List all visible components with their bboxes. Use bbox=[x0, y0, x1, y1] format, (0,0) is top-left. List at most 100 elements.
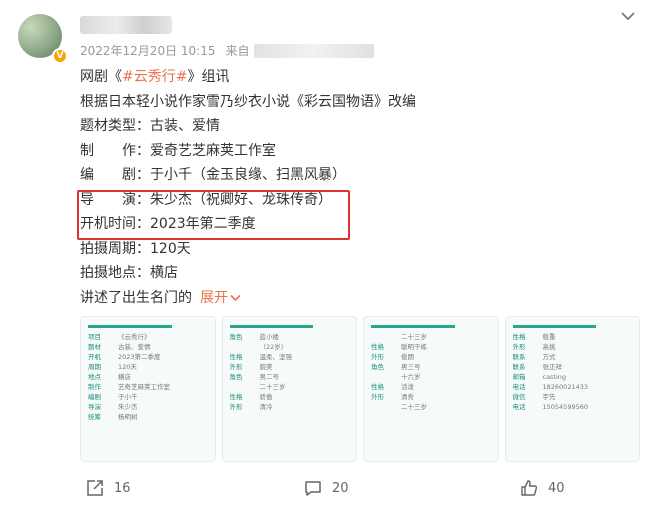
card-row: 性格 稳重 bbox=[513, 332, 633, 342]
card-row: 微信 宇先 bbox=[513, 392, 633, 402]
card-row-key: 外形 bbox=[371, 393, 384, 401]
expand-link[interactable]: 展开 bbox=[200, 290, 241, 306]
hashtag-link[interactable]: #云秀行# bbox=[122, 69, 187, 85]
card-row-value: 温柔、坚强 bbox=[259, 353, 293, 361]
card-row-value: 《云秀行》 bbox=[118, 333, 151, 341]
card-row: 项目 《云秀行》 bbox=[88, 332, 208, 342]
post-line-synopsis: 讲述了出生名门的 展开 bbox=[80, 286, 640, 311]
card-row-value: 清冷 bbox=[259, 403, 273, 411]
chevron-down-icon bbox=[230, 294, 241, 301]
post-line-genre: 题材类型：古装、爱情 bbox=[80, 118, 220, 134]
post-line-writer: 编 剧：于小千（金玉良缘、扫黑风暴） bbox=[80, 167, 346, 183]
card-row-value: 120天 bbox=[118, 363, 137, 371]
card-row-value: casting bbox=[542, 373, 567, 381]
post-line-production: 制 作：爱奇艺芝麻荚工作室 bbox=[80, 142, 276, 159]
card-row: 性格 活泼 bbox=[371, 382, 491, 392]
like-count: 40 bbox=[548, 480, 565, 496]
like-button[interactable]: 40 bbox=[520, 471, 565, 505]
card-row: 开机 2023第二季度 bbox=[88, 352, 208, 362]
card-accent-bar bbox=[371, 325, 455, 328]
avatar[interactable]: V bbox=[18, 14, 68, 64]
comment-icon bbox=[305, 481, 321, 496]
card-row-value: 张正祥 bbox=[542, 363, 563, 371]
card-row: 二十三岁 bbox=[230, 382, 350, 392]
card-row-value: 聪明干练 bbox=[401, 343, 427, 351]
card-row-value: 古装、爱情 bbox=[118, 343, 151, 351]
card-row: 外形 俊朗 bbox=[371, 352, 491, 362]
card-row: 二十三岁 bbox=[371, 332, 491, 342]
image-thumbnail-1[interactable]: 项目 《云秀行》 题材 古装、爱情 开机 2023第二季度 周期 120天 地点 横店 制作 艺奇芝麻… bbox=[80, 316, 216, 462]
card-row-key: 角色 bbox=[371, 363, 384, 371]
image-gallery: 项目 《云秀行》 题材 古装、爱情 开机 2023第二季度 周期 120天 地点 横店 制作 艺奇芝麻… bbox=[80, 316, 640, 462]
card-row-key: 电话 bbox=[512, 383, 526, 391]
action-bar: 16 20 40 bbox=[0, 471, 660, 505]
username-blurred[interactable] bbox=[80, 16, 172, 34]
card-row: 角色 男三号 bbox=[371, 362, 491, 372]
card-row: 十六岁 bbox=[371, 372, 491, 382]
card-row-key: 编剧 bbox=[88, 393, 101, 401]
post-line-adaptation: 根据日本轻小说作家雪乃纱衣小说《彩云国物语》改编 bbox=[80, 93, 416, 110]
card-row-value: 清秀 bbox=[401, 393, 414, 401]
post-line-location: 拍摄地点：横店 bbox=[80, 265, 178, 281]
card-row-key: 微信 bbox=[512, 393, 526, 401]
card-row-key: 性格 bbox=[371, 343, 384, 351]
card-row: 电话 18260021433 bbox=[513, 382, 633, 392]
card-row: 联系 张正祥 bbox=[513, 362, 633, 372]
card-row-value: 蓝小楼 bbox=[259, 333, 280, 341]
card-rows: 二十三岁 性格 聪明干练 外形 俊朗 角色 男三号 十六岁 性格 活泼 外形 清秀 二十三岁 bbox=[371, 332, 491, 412]
card-row: 邮箱 casting bbox=[513, 372, 633, 382]
card-row-value: 男二号 bbox=[259, 373, 280, 381]
card-row-value: （22岁） bbox=[259, 343, 288, 351]
card-row-key: 制作 bbox=[88, 383, 101, 391]
thumbs-up-icon bbox=[521, 480, 538, 496]
card-row: 地点 横店 bbox=[88, 372, 208, 382]
card-row-value: 俊朗 bbox=[401, 353, 414, 361]
card-row-value: 方式 bbox=[542, 353, 556, 361]
card-row-key: 联系 bbox=[512, 363, 526, 371]
card-row-value: 貌美 bbox=[259, 363, 273, 371]
card-row-key: 开机 bbox=[88, 353, 101, 361]
card-row: 电话 15054599560 bbox=[513, 402, 633, 412]
post-line-title: 网剧《#云秀行#》组讯 bbox=[80, 65, 640, 90]
card-row-key: 外形 bbox=[371, 353, 384, 361]
card-rows: 角色 蓝小楼 （22岁） 性格 温柔、坚强 外形 貌美 角色 男二号 二十三岁 性格 骄傲 外形 清冷 bbox=[230, 332, 350, 412]
card-row-value: 稳重 bbox=[542, 333, 556, 341]
card-row-key: 题材 bbox=[88, 343, 101, 351]
card-row: 二十三岁 bbox=[371, 402, 491, 412]
chevron-down-icon bbox=[621, 11, 635, 20]
card-row-value: 十六岁 bbox=[401, 373, 421, 381]
card-row: 角色 蓝小楼 bbox=[230, 332, 350, 342]
card-accent-bar bbox=[512, 325, 597, 328]
share-icon bbox=[87, 480, 103, 496]
verified-v-icon: V bbox=[52, 48, 68, 64]
card-row: 外形 清秀 bbox=[371, 392, 491, 402]
card-rows: 性格 稳重 外形 高挑 联系 方式 联系 张正祥 邮箱 casting 电话 18260021433 微… bbox=[513, 332, 633, 412]
synopsis-text: 讲述了出生名门的 bbox=[80, 289, 192, 306]
image-thumbnail-4[interactable]: 性格 稳重 外形 高挑 联系 方式 联系 张正祥 邮箱 casting 电话 18260021433 微… bbox=[504, 316, 640, 462]
post-text: 网剧《#云秀行#》组讯 根据日本轻小说作家雪乃纱衣小说《彩云国物语》改编 题材类… bbox=[80, 65, 640, 310]
card-row-value: 骄傲 bbox=[259, 393, 273, 401]
card-row-key: 性格 bbox=[512, 333, 526, 341]
post-timestamp[interactable]: 2022年12月20日 10:15 bbox=[80, 42, 215, 59]
card-row: 编剧 于小千 bbox=[88, 392, 208, 402]
card-row-key: 外形 bbox=[512, 343, 526, 351]
card-row: 外形 貌美 bbox=[230, 362, 350, 372]
card-row: 外形 清冷 bbox=[230, 402, 350, 412]
card-row-value: 二十三岁 bbox=[401, 333, 427, 341]
share-button[interactable]: 16 bbox=[86, 471, 131, 505]
title-suffix: 》组讯 bbox=[187, 69, 230, 85]
card-row-value: 男三号 bbox=[401, 363, 421, 371]
card-row-key: 外形 bbox=[229, 363, 243, 371]
image-thumbnail-3[interactable]: 二十三岁 性格 聪明干练 外形 俊朗 角色 男三号 十六岁 性格 活泼 外形 清秀 二十三岁 bbox=[363, 316, 499, 462]
card-fade bbox=[222, 421, 356, 461]
card-accent-bar bbox=[88, 325, 172, 328]
comment-button[interactable]: 20 bbox=[304, 471, 349, 505]
card-row: 导演 朱少杰 bbox=[88, 402, 208, 412]
image-thumbnail-2[interactable]: 角色 蓝小楼 （22岁） 性格 温柔、坚强 外形 貌美 角色 男二号 二十三岁 性格 骄傲 外形 清冷 bbox=[221, 316, 357, 462]
card-row: （22岁） bbox=[230, 342, 350, 352]
card-row-key: 导演 bbox=[88, 403, 101, 411]
more-options-button[interactable] bbox=[618, 6, 638, 26]
card-row: 联系 方式 bbox=[513, 352, 633, 362]
card-row: 角色 男二号 bbox=[230, 372, 350, 382]
card-row-key: 角色 bbox=[229, 373, 243, 381]
